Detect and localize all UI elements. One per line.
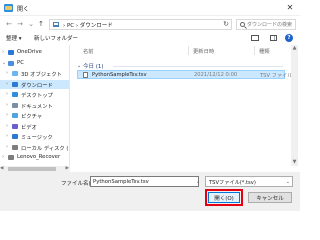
- file-updated: 2021/12/12 0:00: [194, 72, 238, 78]
- forward-button[interactable]: →: [15, 19, 25, 29]
- disk-icon: [12, 144, 18, 150]
- sidebar-item[interactable]: › ミュージック: [0, 132, 69, 141]
- drive-icon: [8, 155, 14, 160]
- navigation-pane: › OneDrive ⌄ PC › 3D オブジェクト › ダウンロード › デスクトップ › ドキュ…: [0, 45, 70, 167]
- desktop-icon: [12, 92, 18, 97]
- back-button[interactable]: ←: [4, 19, 14, 29]
- scroll-right-icon[interactable]: ▶: [66, 166, 69, 171]
- recent-locations-button[interactable]: ⌄: [26, 19, 36, 29]
- expand-chevron-icon[interactable]: ›: [6, 123, 8, 129]
- sidebar-item[interactable]: › Lenovo_Recover: [0, 153, 69, 162]
- new-folder-button[interactable]: 新しいフォルダー: [34, 34, 78, 42]
- column-header-updated[interactable]: 更新日時: [193, 47, 214, 55]
- video-icon: [12, 123, 18, 129]
- address-bar[interactable]: › PC › ダウンロード ↻: [49, 19, 232, 30]
- sidebar-item-label: Lenovo_Recover: [17, 154, 61, 160]
- expand-chevron-icon[interactable]: ›: [6, 133, 8, 139]
- file-list: 名前 更新日時 種類 ⌄ 今日 (1) PythonSampleTsv.tsv …: [75, 45, 292, 165]
- sidebar-item-label: OneDrive: [17, 49, 42, 55]
- command-bar: 整理 ▾ 新しいフォルダー ?: [0, 32, 300, 44]
- open-button[interactable]: 開く(O): [208, 192, 240, 203]
- sidebar-item[interactable]: › ビデオ: [0, 122, 69, 131]
- sidebar-item-label: ドキュメント: [21, 103, 53, 110]
- chevron-down-icon: ⌄: [285, 179, 290, 185]
- expand-chevron-icon[interactable]: ›: [2, 154, 4, 160]
- group-divider: [113, 66, 283, 67]
- up-folder-button[interactable]: ↑: [36, 19, 46, 29]
- sidebar-item-label: ダウンロード: [21, 82, 53, 89]
- pc-icon: [53, 22, 59, 27]
- sidebar-item-label: ピクチャ: [21, 114, 43, 120]
- sidebar-item-label: ローカル ディスク (: [21, 145, 69, 152]
- sidebar-item[interactable]: › ドキュメント: [0, 101, 69, 110]
- file-icon: [83, 72, 88, 78]
- sidebar-item[interactable]: › ローカル ディスク (: [0, 143, 69, 152]
- filename-input[interactable]: [90, 176, 199, 187]
- download-icon: [12, 81, 18, 87]
- expand-chevron-icon[interactable]: ›: [6, 81, 8, 87]
- expand-chevron-icon[interactable]: ›: [6, 70, 8, 76]
- expand-chevron-icon[interactable]: ›: [6, 112, 8, 118]
- sidebar-item-label: ミュージック: [21, 135, 53, 141]
- sidebar-item-label: 3D オブジェクト: [21, 72, 62, 78]
- cancel-button[interactable]: キャンセル: [248, 192, 292, 203]
- scroll-up-icon[interactable]: ▲: [291, 45, 298, 52]
- sidebar-item[interactable]: › ピクチャ: [0, 111, 69, 120]
- document-icon: [12, 102, 18, 108]
- address-path: › PC › ダウンロード: [63, 23, 113, 29]
- scroll-left-icon[interactable]: ◀: [0, 166, 3, 171]
- sidebar-item-label: PC: [17, 59, 24, 66]
- refresh-icon[interactable]: ↻: [223, 20, 229, 28]
- scroll-down-icon[interactable]: ▼: [291, 159, 298, 166]
- music-icon: [12, 134, 18, 139]
- scroll-thumb[interactable]: [8, 167, 56, 171]
- chevron-down-icon[interactable]: ⌄: [196, 179, 200, 185]
- cube-icon: [12, 71, 18, 76]
- organize-button[interactable]: 整理 ▾: [6, 34, 22, 42]
- folder-icon: [4, 4, 13, 12]
- help-icon[interactable]: ?: [285, 34, 293, 42]
- group-header[interactable]: 今日 (1): [83, 62, 104, 70]
- column-header-name[interactable]: 名前: [83, 47, 94, 55]
- sidebar-item[interactable]: › 3D オブジェクト: [0, 69, 69, 78]
- picture-icon: [12, 113, 18, 118]
- filetype-select[interactable]: TSVファイル(*.tsv) ⌄: [205, 176, 293, 187]
- column-divider[interactable]: [188, 46, 189, 55]
- cloud-icon: [8, 50, 14, 55]
- expand-chevron-icon[interactable]: ⌄: [2, 60, 6, 66]
- file-type: TSV ファイル: [260, 73, 293, 79]
- search-icon: [240, 22, 245, 27]
- sidebar-item-label: ビデオ: [21, 124, 37, 131]
- close-button[interactable]: ✕: [284, 2, 296, 14]
- file-name: PythonSampleTsv.tsv: [92, 72, 147, 78]
- file-row[interactable]: PythonSampleTsv.tsv 2021/12/12 0:00 TSV …: [77, 70, 292, 79]
- expand-chevron-icon[interactable]: ›: [6, 102, 8, 108]
- sidebar-item[interactable]: › ダウンロード: [0, 79, 69, 89]
- title-bar: 開く ✕: [0, 0, 300, 16]
- sidebar-item[interactable]: › OneDrive: [0, 48, 69, 57]
- sidebar-item-label: デスクトップ: [21, 93, 53, 99]
- view-options-icon[interactable]: [251, 35, 259, 41]
- search-input[interactable]: [247, 20, 295, 29]
- expand-chevron-icon[interactable]: ›: [6, 144, 8, 150]
- preview-pane-icon[interactable]: [270, 35, 277, 41]
- filetype-value: TSVファイル(*.tsv): [209, 180, 256, 186]
- expand-chevron-icon[interactable]: ›: [2, 49, 4, 55]
- sidebar-item[interactable]: › デスクトップ: [0, 90, 69, 99]
- column-header-type[interactable]: 種類: [259, 47, 270, 55]
- pc-icon: [8, 60, 14, 66]
- sidebar-item[interactable]: ⌄ PC: [0, 59, 69, 68]
- expand-chevron-icon[interactable]: ›: [6, 91, 8, 97]
- address-row: ← → ⌄ ↑ › PC › ダウンロード ↻: [0, 16, 300, 32]
- vertical-scrollbar[interactable]: ▲ ▼: [291, 45, 298, 166]
- chevron-down-icon[interactable]: ⌄: [77, 63, 81, 69]
- column-divider[interactable]: [254, 46, 255, 55]
- search-box[interactable]: [236, 19, 296, 30]
- window-title: 開く: [17, 6, 30, 13]
